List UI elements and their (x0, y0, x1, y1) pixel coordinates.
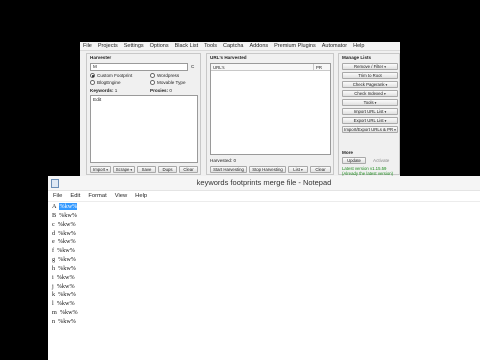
clear-button[interactable]: Clear (179, 166, 198, 173)
start-harvesting-button[interactable]: Start Harvesting (210, 166, 247, 173)
text-line: A %kw% (52, 203, 78, 210)
text-line: f %kw% (52, 247, 75, 255)
notepad-window: keywords footprints merge file - Notepad… (48, 176, 480, 360)
import-export-urls-pr-button[interactable]: Import/Export URLs & PR▾ (342, 126, 398, 133)
more-title: More (342, 150, 353, 155)
menu-captcha[interactable]: Captcha (223, 42, 244, 50)
tools-button[interactable]: Tools▾ (342, 99, 398, 106)
radio-dot-icon (150, 80, 155, 85)
urls-harvested-title: URL's Harvested (210, 55, 247, 60)
keyword-suffix-label[interactable]: C (191, 64, 194, 69)
notepad-menubar: File Edit Format View Help (48, 191, 480, 202)
notepad-menu-format[interactable]: Format (88, 191, 106, 201)
notepad-menu-help[interactable]: Help (135, 191, 147, 201)
menu-tools[interactable]: Tools (204, 42, 217, 50)
dropdown-arrow-icon: ▾ (130, 168, 133, 172)
keyword-prefix-field[interactable]: M (90, 63, 188, 71)
activate-label[interactable]: Activate (373, 158, 389, 163)
text-line: B %kw% (52, 211, 78, 219)
stop-harvesting-button[interactable]: Stop Harvesting (249, 166, 286, 173)
save-button[interactable]: Save (137, 166, 156, 173)
text-line: k %kw% (52, 291, 76, 299)
notepad-menu-view[interactable]: View (115, 191, 127, 201)
radio-dot-icon (90, 73, 95, 78)
trim-to-root-button[interactable]: Trim to Root (342, 72, 398, 79)
dropdown-arrow-icon: ▾ (384, 65, 386, 69)
notepad-menu-file[interactable]: File (53, 191, 62, 201)
notepad-title: keywords footprints merge file - Notepad (196, 178, 332, 187)
column-pr[interactable]: PR (314, 64, 330, 70)
text-line: e %kw% (52, 238, 76, 246)
menu-file[interactable]: File (83, 42, 92, 50)
radio-dot-icon (90, 80, 95, 85)
scrapebox-window: File Projects Settings Options Black Lis… (80, 42, 400, 177)
export-url-list-button[interactable]: Export URL List▾ (342, 117, 398, 124)
check-indexed-button[interactable]: Check Indexed▾ (342, 90, 398, 97)
dropdown-arrow-icon: ▾ (300, 168, 303, 172)
menu-automator[interactable]: Automator (322, 42, 347, 50)
dropdown-arrow-icon: ▾ (385, 83, 388, 87)
text-line: g %kw% (52, 256, 76, 264)
text-line: d %kw% (52, 229, 76, 237)
import-button[interactable]: Import▾ (90, 166, 111, 173)
dropdown-arrow-icon: ▾ (383, 92, 386, 96)
notepad-editor[interactable]: A %kw% B %kw% c %kw% d %kw% e %kw% f %kw% g %kw… (48, 203, 480, 360)
keywords-textbox[interactable]: Edit (90, 95, 198, 163)
radio-blogengine[interactable]: BlogEngine (90, 80, 121, 85)
dropdown-arrow-icon: ▾ (394, 128, 396, 132)
dups-button[interactable]: Dups (158, 166, 177, 173)
manage-lists-title: Manage Lists (342, 55, 372, 60)
menu-projects[interactable]: Projects (98, 42, 118, 50)
text-line: i %kw% (52, 273, 75, 281)
radio-custom-footprint[interactable]: Custom Footprint (90, 73, 132, 78)
app-menubar: File Projects Settings Options Black Lis… (80, 42, 400, 51)
check-pagerank-button[interactable]: Check Pagerank▾ (342, 81, 398, 88)
text-line: l %kw% (52, 300, 75, 308)
harvested-count-label: Harvested: 0 (210, 158, 237, 163)
text-line: m %kw% (52, 309, 78, 317)
urls-grid-header: URL's PR (211, 64, 330, 71)
menu-black-list[interactable]: Black List (175, 42, 199, 50)
list-button[interactable]: List▾ (288, 166, 308, 173)
text-line: j %kw% (52, 282, 75, 290)
keywords-text: Edit (93, 98, 102, 103)
urls-harvested-panel: URL's Harvested URL's PR Harvested: 0 St… (206, 53, 334, 175)
text-line: c %kw% (52, 220, 76, 228)
text-line: h %kw% (52, 264, 76, 272)
menu-help[interactable]: Help (353, 42, 364, 50)
radio-movable-type[interactable]: Movable Type (150, 80, 186, 85)
menu-addons[interactable]: Addons (249, 42, 268, 50)
text-line: n %kw% (52, 317, 76, 325)
proxies-label: Proxies: 0 (150, 88, 172, 93)
manage-lists-panel: Manage Lists Remove / Filter▾ Trim to Ro… (338, 53, 400, 176)
urls-grid[interactable]: URL's PR (210, 63, 331, 155)
update-button[interactable]: Update (342, 157, 366, 164)
radio-wordpress[interactable]: Wordpress (150, 73, 179, 78)
dropdown-arrow-icon: ▾ (384, 110, 387, 114)
column-urls[interactable]: URL's (211, 64, 314, 70)
radio-dot-icon (150, 73, 155, 78)
keywords-label: Keywords: 1 (90, 88, 118, 93)
menu-options[interactable]: Options (150, 42, 169, 50)
notepad-titlebar[interactable]: keywords footprints merge file - Notepad (48, 176, 480, 191)
menu-premium-plugins[interactable]: Premium Plugins (274, 42, 316, 50)
dropdown-arrow-icon: ▾ (374, 101, 377, 105)
import-url-list-button[interactable]: Import URL List▾ (342, 108, 398, 115)
harvester-panel: Harvester M C Custom Footprint Wordpress… (86, 53, 201, 175)
dropdown-arrow-icon: ▾ (106, 168, 108, 172)
harvester-title: Harvester (90, 55, 112, 60)
remove-filter-button[interactable]: Remove / Filter▾ (342, 63, 398, 70)
dropdown-arrow-icon: ▾ (384, 119, 387, 123)
scrape-button[interactable]: Scrape▾ (113, 166, 135, 173)
menu-settings[interactable]: Settings (124, 42, 144, 50)
clear-urls-button[interactable]: Clear (310, 166, 331, 173)
notepad-menu-edit[interactable]: Edit (70, 191, 80, 201)
